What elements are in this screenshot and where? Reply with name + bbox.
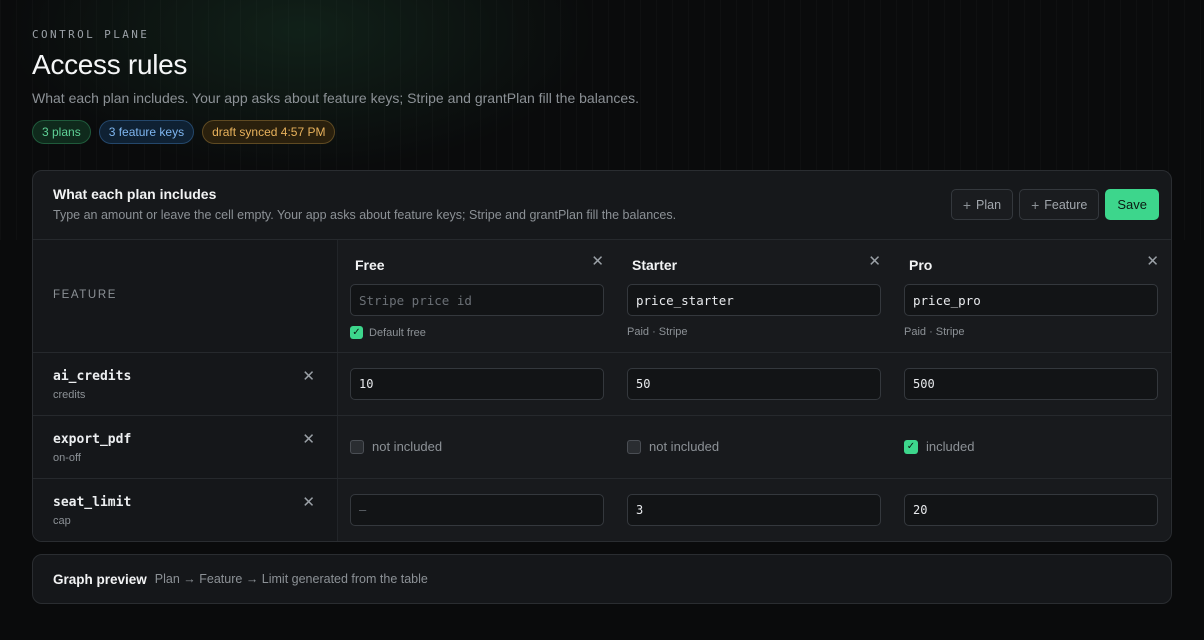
save-button[interactable]: Save bbox=[1105, 189, 1159, 220]
value-cell: not included bbox=[338, 416, 615, 478]
value-cell: 10 bbox=[338, 353, 615, 415]
value-cell: ✓ included bbox=[892, 416, 1170, 478]
included-toggle[interactable]: ✓ included bbox=[904, 439, 974, 454]
sync-status-badge: draft synced 4:57 PM bbox=[202, 119, 336, 144]
limit-input[interactable]: — bbox=[350, 494, 604, 526]
plan-matrix-card: What each plan includes Type an amount o… bbox=[32, 170, 1172, 542]
feature-type: cap bbox=[53, 515, 71, 527]
table-row: ai_credits credits ✕ 10 50 500 bbox=[33, 353, 1171, 416]
plan-meta: Paid · Stripe bbox=[904, 326, 965, 338]
limit-input[interactable]: 20 bbox=[904, 494, 1158, 526]
stripe-price-input[interactable]: price_starter bbox=[627, 284, 881, 316]
feature-type: on-off bbox=[53, 452, 81, 464]
value-cell: 20 bbox=[892, 479, 1170, 541]
graph-preview-subtitle: Plan → Feature → Limit generated from th… bbox=[154, 572, 428, 586]
add-feature-button[interactable]: + Feature bbox=[1019, 189, 1100, 220]
card-header: What each plan includes Type an amount o… bbox=[33, 171, 1171, 240]
card-actions: + Plan + Feature Save bbox=[950, 189, 1159, 220]
feature-key: ai_credits bbox=[53, 369, 132, 384]
stripe-price-input[interactable]: price_pro bbox=[904, 284, 1158, 316]
plan-meta-label: Default free bbox=[369, 326, 426, 339]
close-icon[interactable]: ✕ bbox=[1146, 254, 1159, 269]
toggle-label: included bbox=[926, 439, 975, 454]
add-plan-button[interactable]: + Plan bbox=[950, 189, 1014, 220]
plan-meta: ✓ Default free bbox=[350, 326, 426, 339]
plan-column-free: Free ✕ Stripe price id ✓ Default free bbox=[338, 240, 615, 352]
toggle-label: not included bbox=[649, 439, 720, 454]
close-icon[interactable]: ✕ bbox=[868, 254, 881, 269]
add-feature-label: Feature bbox=[1044, 197, 1088, 212]
plan-name: Starter bbox=[632, 257, 678, 273]
table-row: seat_limit cap ✕ — 3 20 bbox=[33, 479, 1171, 541]
default-free-checkbox[interactable]: ✓ bbox=[350, 326, 363, 339]
limit-input[interactable]: 10 bbox=[350, 368, 604, 400]
plus-icon: + bbox=[1031, 196, 1040, 213]
included-checkbox[interactable] bbox=[627, 439, 641, 454]
value-cell: not included bbox=[615, 416, 892, 478]
feature-keys-badge: 3 feature keys bbox=[98, 119, 195, 144]
feature-cell: export_pdf on-off ✕ bbox=[33, 416, 338, 478]
badge-row: 3 plans 3 feature keys draft synced 4:57… bbox=[32, 119, 1172, 144]
stripe-price-input[interactable]: Stripe price id bbox=[350, 284, 604, 316]
feature-key: export_pdf bbox=[53, 432, 132, 447]
value-cell: 3 bbox=[615, 479, 892, 541]
page-title: Access rules bbox=[32, 49, 188, 80]
eyebrow: CONTROL PLANE bbox=[32, 28, 150, 41]
plan-meta: Paid · Stripe bbox=[627, 326, 688, 338]
plus-icon: + bbox=[962, 196, 972, 213]
plan-header-row: FEATURE Free ✕ Stripe price id ✓ Default… bbox=[33, 240, 1171, 353]
plan-column-pro: Pro ✕ price_pro Paid · Stripe bbox=[892, 240, 1170, 352]
close-icon[interactable]: ✕ bbox=[302, 432, 315, 447]
limit-input[interactable]: 50 bbox=[627, 368, 881, 400]
table-row: export_pdf on-off ✕ not included not inc… bbox=[33, 416, 1171, 479]
feature-column-header: FEATURE bbox=[33, 240, 338, 352]
value-cell: 500 bbox=[892, 353, 1170, 415]
close-icon[interactable]: ✕ bbox=[302, 495, 315, 510]
value-cell: — bbox=[338, 479, 615, 541]
included-checkbox[interactable] bbox=[350, 439, 364, 454]
page-subtitle: What each plan includes. Your app asks a… bbox=[32, 89, 640, 106]
page-header: CONTROL PLANE Access rules What each pla… bbox=[32, 28, 1172, 144]
feature-key: seat_limit bbox=[53, 495, 132, 510]
feature-type: credits bbox=[53, 389, 86, 401]
limit-input[interactable]: 500 bbox=[904, 368, 1158, 400]
toggle-label: not included bbox=[372, 439, 443, 454]
plan-name: Free bbox=[355, 257, 385, 273]
value-cell: 50 bbox=[615, 353, 892, 415]
plans-count-badge: 3 plans bbox=[32, 119, 91, 144]
included-toggle[interactable]: not included bbox=[627, 439, 719, 454]
included-toggle[interactable]: not included bbox=[350, 439, 442, 454]
feature-header-label: FEATURE bbox=[53, 289, 118, 301]
plan-column-starter: Starter ✕ price_starter Paid · Stripe bbox=[615, 240, 892, 352]
graph-preview-title: Graph preview bbox=[53, 571, 147, 587]
close-icon[interactable]: ✕ bbox=[302, 369, 315, 384]
included-checkbox[interactable]: ✓ bbox=[904, 439, 918, 454]
add-plan-label: Plan bbox=[976, 197, 1002, 212]
close-icon[interactable]: ✕ bbox=[591, 254, 604, 269]
feature-cell: seat_limit cap ✕ bbox=[33, 479, 338, 541]
plan-name: Pro bbox=[909, 257, 933, 273]
limit-input[interactable]: 3 bbox=[627, 494, 881, 526]
graph-preview-panel[interactable]: Graph preview Plan → Feature → Limit gen… bbox=[32, 554, 1172, 604]
feature-cell: ai_credits credits ✕ bbox=[33, 353, 338, 415]
